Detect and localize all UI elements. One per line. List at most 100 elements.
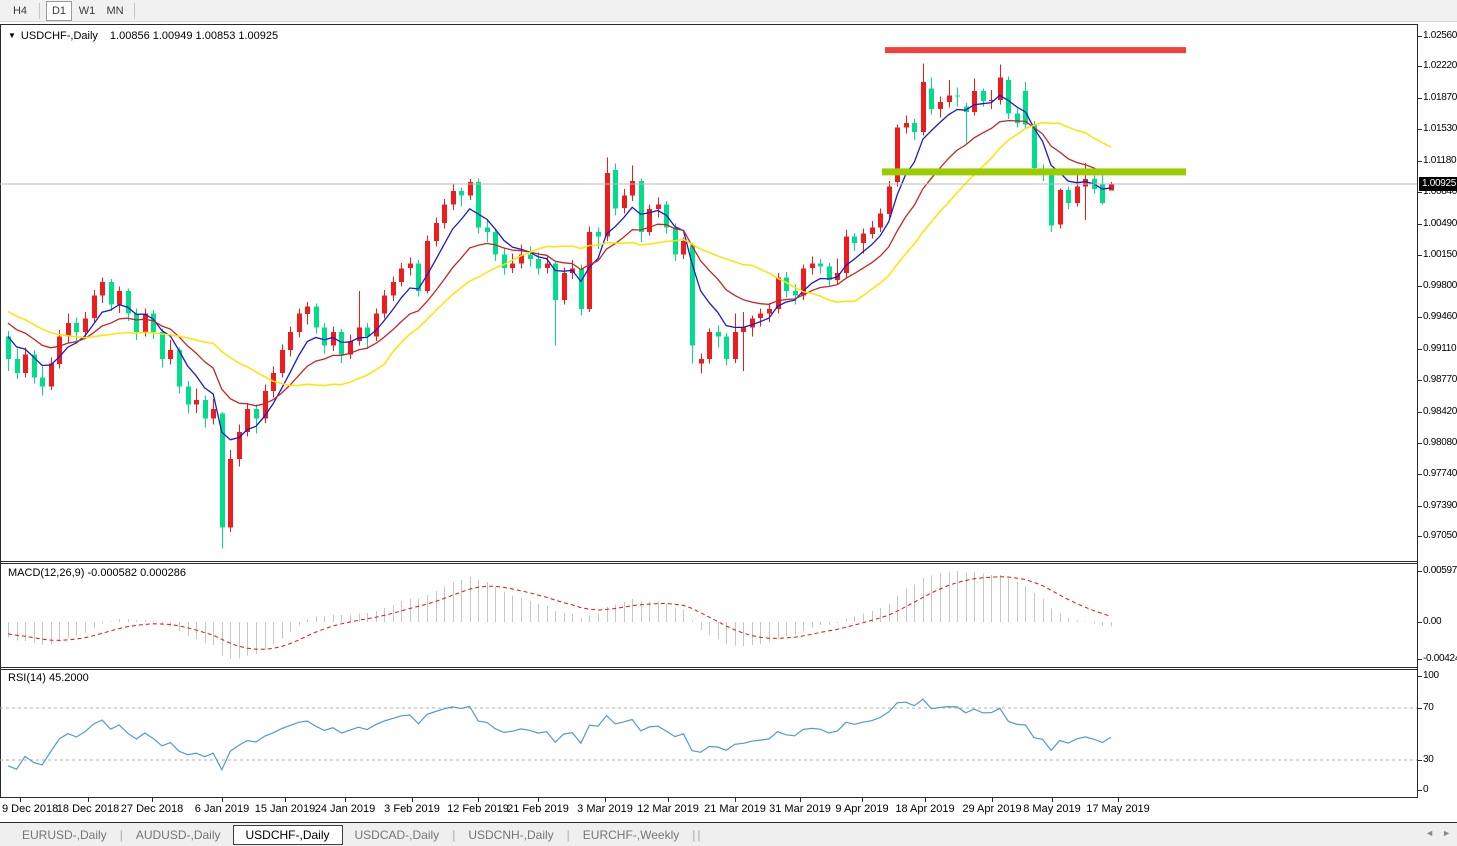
scale-tick-mark	[1418, 161, 1422, 162]
candlestick-plot[interactable]	[0, 25, 1417, 561]
scale-tick-mark	[1418, 380, 1422, 381]
scale-tick-label: 1.00490	[1423, 218, 1457, 229]
trading-terminal-window: H4 D1 W1 MN ▼ USDCHF-,Daily 1.00856 1.00949 1…	[0, 0, 1457, 846]
date-tick-mark	[925, 798, 926, 802]
scale-tick-mark	[1418, 659, 1422, 660]
scale-tick-label: 0.00597	[1423, 565, 1457, 576]
scale-tick-mark	[1418, 129, 1422, 130]
date-tick-mark	[285, 798, 286, 802]
date-tick-mark	[88, 798, 89, 802]
chart-tab-usdcad-daily[interactable]: USDCAD-,Daily	[343, 826, 452, 844]
scale-tick-label: 0.00	[1423, 616, 1442, 627]
scale-tick-mark	[1418, 676, 1422, 677]
scale-tick-label: 0.98080	[1423, 437, 1457, 448]
date-tick-mark	[478, 798, 479, 802]
scale-tick-mark	[1418, 708, 1422, 709]
rsi-plot[interactable]	[0, 670, 1417, 797]
scale-tick-label: 1.00150	[1423, 249, 1457, 260]
rsi-value: 45.2000	[48, 672, 89, 684]
scale-tick-mark	[1418, 224, 1422, 225]
symbol-dropdown-icon[interactable]: ▼	[8, 31, 16, 40]
date-label: 21 Mar 2019	[704, 803, 766, 815]
scale-tick-label: 1.01870	[1423, 92, 1457, 103]
date-tick-mark	[1118, 798, 1119, 802]
scale-tick-mark	[1418, 255, 1422, 256]
scale-tick-mark	[1418, 66, 1422, 67]
chart-title[interactable]: ▼ USDCHF-,Daily 1.00856 1.00949 1.00853 1.…	[8, 30, 278, 42]
scale-tick-mark	[1418, 98, 1422, 99]
scale-tick-label: 1.01180	[1423, 155, 1457, 166]
date-tick-mark	[800, 798, 801, 802]
date-label: 9 Apr 2019	[835, 803, 889, 815]
scale-tick-label: 1.02560	[1423, 30, 1457, 41]
date-tick-mark	[222, 798, 223, 802]
date-tick-mark	[20, 798, 21, 802]
scale-tick-mark	[1418, 760, 1422, 761]
toolbar-separator	[39, 2, 40, 19]
chart-tab-usdchf-daily[interactable]: USDCHF-,Daily	[232, 824, 343, 845]
scale-tick-label: 0.97390	[1423, 500, 1457, 511]
date-tick-mark	[412, 798, 413, 802]
date-label: 15 Jan 2019	[254, 803, 316, 815]
chart-tab-usdcnh-daily[interactable]: USDCNH-,Daily	[456, 826, 565, 844]
date-label: 8 May 2019	[1023, 803, 1081, 815]
scale-tick-mark	[1418, 317, 1422, 318]
scale-tick-label: 0.97740	[1423, 468, 1457, 479]
scale-tick-mark	[1418, 571, 1422, 572]
date-label: 9 Dec 2018	[2, 803, 59, 815]
scale-tick-mark	[1418, 286, 1422, 287]
date-label: 27 Dec 2018	[120, 803, 184, 815]
scale-tick-label: 30	[1423, 754, 1434, 765]
timeframe-button-w1[interactable]: W1	[74, 1, 100, 21]
chart-symbol-label: USDCHF-,Daily	[20, 30, 98, 42]
current-price-tag: 1.00925	[1419, 177, 1457, 191]
date-tick-mark	[538, 798, 539, 802]
scale-tick-label: 0.99110	[1423, 343, 1457, 354]
rsi-label: RSI(14) 45.2000	[8, 672, 89, 684]
macd-plot[interactable]	[0, 564, 1417, 667]
date-tick-mark	[605, 798, 606, 802]
date-label: 12 Mar 2019	[637, 803, 699, 815]
date-label: 3 Feb 2019	[384, 803, 440, 815]
scale-tick-label: 0.99800	[1423, 280, 1457, 291]
timeframe-toolbar: H4 D1 W1 MN	[0, 0, 1457, 22]
timeframe-button-h4[interactable]: H4	[7, 1, 33, 21]
scale-tick-mark	[1418, 192, 1422, 193]
date-label: 21 Feb 2019	[507, 803, 569, 815]
scale-tick-mark	[1418, 622, 1422, 623]
timeframe-button-d1[interactable]: D1	[46, 0, 72, 21]
date-tick-mark	[735, 798, 736, 802]
toolbar-separator	[134, 2, 135, 19]
chart-tab-eurchf-weekly[interactable]: EURCHF-,Weekly	[571, 826, 691, 844]
date-label: 31 Mar 2019	[769, 803, 831, 815]
date-label: 12 Feb 2019	[447, 803, 509, 815]
tab-separator: |	[566, 827, 570, 842]
tab-scroll-right-icon[interactable]: ►	[1442, 828, 1451, 838]
macd-label: MACD(12,26,9) -0.000582 0.000286	[8, 567, 186, 579]
scale-tick-mark	[1418, 790, 1422, 791]
chart-tab-eurusd-daily[interactable]: EURUSD-,Daily	[10, 826, 119, 844]
scale-tick-label: 1.01530	[1423, 123, 1457, 134]
tab-separator: |	[697, 827, 701, 842]
macd-panel-bottom-border	[0, 667, 1418, 668]
date-tick-mark	[345, 798, 346, 802]
scale-tick-label: 1.02220	[1423, 60, 1457, 71]
date-tick-mark	[862, 798, 863, 802]
chart-tab-bar: EURUSD-,Daily | AUDUSD-,Daily USDCHF-,Daily…	[0, 822, 1457, 846]
date-label: 3 Mar 2019	[577, 803, 633, 815]
tab-separator: |	[452, 827, 456, 842]
chart-right-border	[1417, 24, 1418, 798]
date-axis[interactable]: 9 Dec 2018 18 Dec 2018 27 Dec 2018 6 Jan 20…	[0, 798, 1457, 822]
date-label: 17 May 2019	[1086, 803, 1150, 815]
scale-tick-label: -0.00424	[1423, 653, 1457, 664]
date-tick-mark	[152, 798, 153, 802]
scale-tick-mark	[1418, 36, 1422, 37]
date-tick-mark	[1052, 798, 1053, 802]
date-tick-mark	[992, 798, 993, 802]
timeframe-button-mn[interactable]: MN	[102, 1, 128, 21]
macd-values: -0.000582 0.000286	[87, 567, 186, 579]
chart-tab-audusd-daily[interactable]: AUDUSD-,Daily	[124, 826, 233, 844]
tab-separator: |	[692, 827, 696, 842]
tab-scroll-left-icon[interactable]: ◄	[1425, 828, 1434, 838]
scale-tick-label: 0	[1423, 784, 1429, 795]
